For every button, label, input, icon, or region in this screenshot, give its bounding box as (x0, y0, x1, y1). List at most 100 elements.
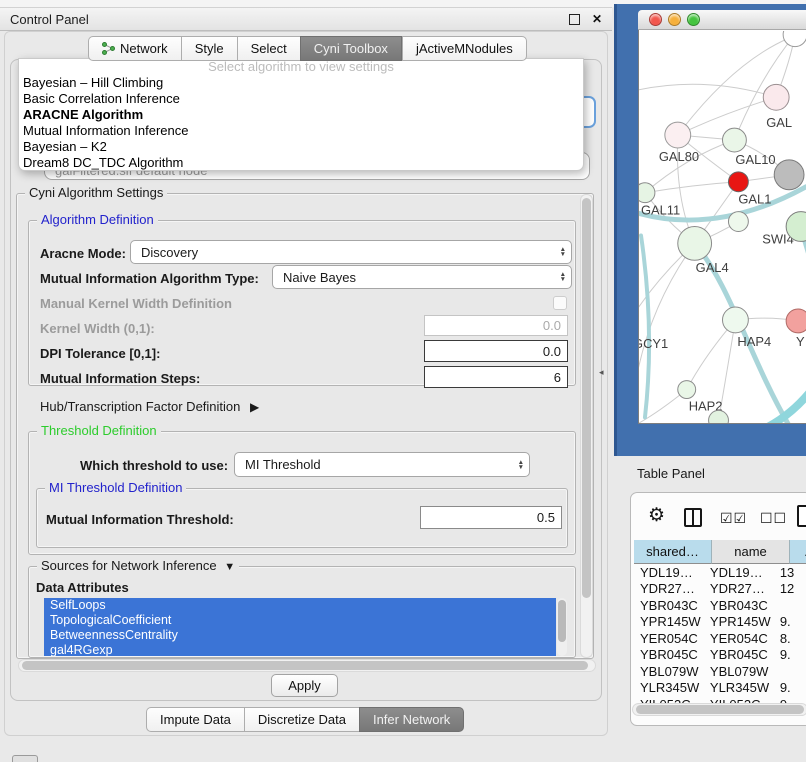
table-hscroll-thumb[interactable] (636, 705, 804, 714)
network-node-gal10[interactable] (723, 128, 747, 152)
close-icon[interactable]: ✕ (592, 12, 602, 26)
minimize-traffic-light[interactable] (668, 13, 681, 26)
algorithm-option-aracne-algorithm[interactable]: ARACNE Algorithm (19, 107, 583, 123)
column-header-shared-[interactable]: shared… (634, 540, 712, 564)
table-row[interactable]: YBR045CYBR045C9. (634, 647, 806, 664)
network-node-hap2[interactable] (678, 381, 696, 399)
tab-style[interactable]: Style (181, 36, 237, 61)
table-cell: YDR27… (704, 581, 774, 596)
table-row[interactable]: YPR145WYPR145W9. (634, 614, 806, 631)
tab-discretize-data[interactable]: Discretize Data (244, 707, 359, 732)
network-node-y[interactable] (786, 309, 806, 333)
float-icon[interactable] (569, 14, 580, 25)
network-node-hap4[interactable] (723, 307, 749, 333)
network-node-gal[interactable] (763, 84, 789, 110)
attr-scroll-thumb[interactable] (558, 600, 566, 642)
table-hscrollbar[interactable] (632, 703, 806, 716)
table-body: YDL19…YDL19…13YDR27…YDR27…12YBR043CYBR04… (634, 564, 806, 703)
close-traffic-light[interactable] (649, 13, 662, 26)
column-header-a[interactable]: A (790, 540, 806, 564)
mi-threshold-field[interactable]: 0.5 (420, 506, 562, 529)
tab-impute-data[interactable]: Impute Data (146, 707, 244, 732)
kernel-width-label: Kernel Width (0,1): (40, 321, 155, 336)
mi-type-value: Naive Bayes (283, 270, 356, 285)
network-node-gal80[interactable] (665, 122, 691, 148)
which-threshold-combo[interactable]: MI Threshold ▲▼ (234, 452, 530, 477)
attribute-item-betweennesscentrality[interactable]: BetweennessCentrality (44, 628, 556, 643)
table-cell: YLR345W (704, 680, 774, 695)
attr-list-scrollbar[interactable] (557, 598, 567, 656)
settings-hscroll-thumb[interactable] (22, 661, 588, 670)
mi-steps-field[interactable]: 6 (424, 366, 568, 388)
mi-type-combo[interactable]: Naive Bayes ▲▼ (272, 265, 572, 289)
settings-vscrollbar[interactable] (580, 194, 593, 658)
tab-label: Cyni Toolbox (314, 41, 388, 56)
select-all-checks-icon[interactable]: ☑☑ (720, 510, 747, 527)
table-row[interactable]: YIL052CYIL052C9. (634, 696, 806, 703)
table-row[interactable]: YBR043CYBR043C (634, 597, 806, 614)
aracne-mode-combo[interactable]: Discovery ▲▼ (130, 240, 572, 264)
deselect-all-checks-icon[interactable]: ☐☐ (760, 510, 787, 527)
network-node[interactable] (774, 160, 804, 190)
table-row[interactable]: YLR345WYLR345W9. (634, 680, 806, 697)
tab-label: Discretize Data (258, 712, 346, 727)
settings-vscroll-thumb[interactable] (582, 198, 591, 598)
network-node-label: GAL1 (738, 192, 771, 207)
sources-group-title[interactable]: Sources for Network Inference ▼ (37, 558, 239, 573)
control-panel-header: Control Panel ✕ (0, 7, 612, 31)
tab-label: Impute Data (160, 712, 231, 727)
tab-network[interactable]: Network (88, 36, 181, 61)
network-canvas[interactable]: GALGAL80GAL10GAL1GAL11SWI4GAL4GCY1HAP4YH… (639, 31, 806, 423)
table-row[interactable]: YBL079WYBL079W (634, 663, 806, 680)
column-layout-icon[interactable] (684, 508, 702, 527)
network-node-gal1[interactable] (728, 172, 748, 192)
minimized-panel-icon[interactable] (12, 755, 38, 762)
table-cell: YDL19… (634, 565, 704, 580)
algorithm-option-bayesian-k2[interactable]: Bayesian – K2 (19, 139, 583, 155)
zoom-traffic-light[interactable] (687, 13, 700, 26)
network-window-titlebar[interactable] (638, 10, 806, 30)
algorithm-option-mutual-information-inference[interactable]: Mutual Information Inference (19, 123, 583, 139)
hub-definition-toggle[interactable]: Hub/Transcription Factor Definition ▶ (40, 399, 259, 414)
manual-kernel-checkbox[interactable] (553, 296, 567, 310)
tab-cyni-toolbox[interactable]: Cyni Toolbox (300, 36, 402, 61)
attribute-item-topologicalcoefficient[interactable]: TopologicalCoefficient (44, 613, 556, 628)
settings-hscrollbar[interactable] (18, 659, 596, 672)
gear-icon[interactable]: ⚙ (648, 504, 665, 527)
algorithm-option-basic-correlation-inference[interactable]: Basic Correlation Inference (19, 91, 583, 107)
table-cell: 9. (774, 647, 806, 662)
dpi-tolerance-field[interactable]: 0.0 (424, 340, 568, 362)
network-node-label: GAL (766, 115, 792, 130)
function-builder-icon[interactable] (797, 505, 806, 527)
network-edge[interactable] (641, 235, 649, 417)
network-node-swi4[interactable] (728, 212, 748, 232)
sources-title-text: Sources for Network Inference (41, 558, 217, 573)
network-node[interactable] (783, 31, 806, 47)
algorithm-dropdown: Select algorithm to view settings Bayesi… (18, 58, 584, 171)
attribute-item-gal4rgexp[interactable]: gal4RGexp (44, 643, 556, 656)
algorithm-option-dream8-dc-tdc-algorithm[interactable]: Dream8 DC_TDC Algorithm (19, 155, 583, 171)
tab-label: jActiveMNodules (416, 41, 513, 56)
which-threshold-value: MI Threshold (245, 457, 321, 472)
tab-infer-network[interactable]: Infer Network (359, 707, 464, 732)
kernel-width-field[interactable]: 0.0 (424, 315, 568, 336)
tab-jactivemnodules[interactable]: jActiveMNodules (402, 36, 527, 61)
apply-button[interactable]: Apply (271, 674, 338, 697)
network-edge[interactable] (645, 182, 738, 193)
column-header-name[interactable]: name (712, 540, 790, 564)
caret-right-icon: ▶ (250, 400, 259, 414)
data-attributes-list: SelfLoopsTopologicalCoefficientBetweenne… (44, 598, 556, 656)
network-icon (102, 42, 115, 55)
network-node-gal4[interactable] (678, 227, 712, 261)
table-row[interactable]: YDR27…YDR27…12 (634, 581, 806, 598)
tab-select[interactable]: Select (237, 36, 300, 61)
table-cell: YBR045C (634, 647, 704, 662)
divider-collapse-arrow[interactable]: ◂ (599, 367, 604, 378)
network-node-gal11[interactable] (639, 183, 655, 203)
mi-steps-label: Mutual Information Steps: (40, 371, 200, 386)
algorithm-option-bayesian-hill-climbing[interactable]: Bayesian – Hill Climbing (19, 75, 583, 91)
attribute-item-selfloops[interactable]: SelfLoops (44, 598, 556, 613)
table-row[interactable]: YDL19…YDL19…13 (634, 564, 806, 581)
table-row[interactable]: YER054CYER054C8. (634, 630, 806, 647)
table-cell: 9. (774, 680, 806, 695)
